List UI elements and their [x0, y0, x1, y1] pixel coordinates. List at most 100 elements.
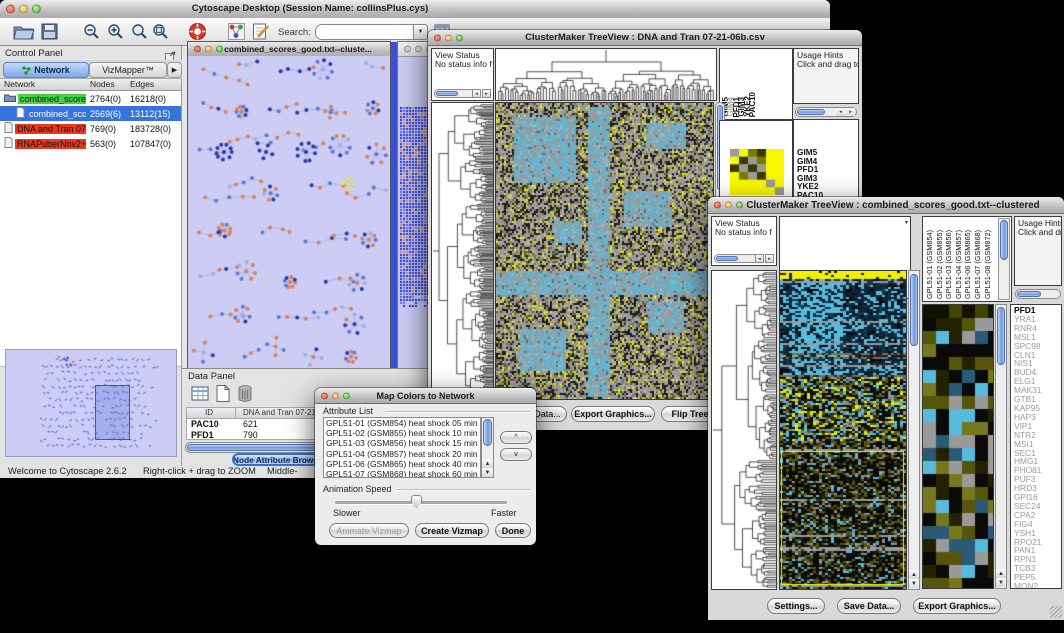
- treeview2-column-labels[interactable]: GPL51-01 (GSM854)GPL51-02 (GSM855)GPL51-…: [922, 216, 1012, 302]
- network-overview-panel[interactable]: [5, 349, 177, 457]
- col-network[interactable]: Network: [4, 79, 35, 89]
- scroll-right-arrow[interactable]: ▸: [765, 254, 774, 263]
- scroll-down-arrow[interactable]: ▼: [482, 468, 493, 477]
- tab-network[interactable]: Network: [3, 62, 89, 78]
- column-label[interactable]: GPL51-08 (GSM872): [983, 230, 992, 299]
- treeview1-heatmap[interactable]: [495, 102, 714, 400]
- zoom-button[interactable]: [456, 34, 463, 41]
- treeview2-gene-labels[interactable]: PFD1YRA1RNR4MSL1SPC98CLN1NIS1BUD4ELG1MAK…: [1010, 304, 1062, 589]
- data-panel-hscroll-thumb[interactable]: [187, 444, 317, 451]
- treeview2-row-dendrogram[interactable]: [711, 270, 777, 590]
- treeview1-mini-heatmap[interactable]: [730, 149, 784, 195]
- save-session-icon[interactable]: [41, 23, 58, 45]
- collabels-vscroll-thumb[interactable]: [1000, 220, 1008, 260]
- column-label[interactable]: PAC10: [750, 92, 755, 117]
- network-table-row[interactable]: combined_scores2764(0)16218(0): [0, 91, 181, 106]
- scroll-down-arrow[interactable]: ▼: [909, 579, 919, 588]
- treeview1-titlebar[interactable]: ClusterMaker TreeView : DNA and Tran 07-…: [428, 30, 862, 46]
- zoom-fit-icon[interactable]: [152, 23, 169, 45]
- zoom-vscroll-thumb[interactable]: [997, 307, 1005, 365]
- scroll-left-arrow[interactable]: ◂: [836, 108, 845, 116]
- animate-vizmap-button[interactable]: Animate Vizmap: [329, 523, 409, 538]
- attribute-list-item[interactable]: GPL51-07 (GSM868) heat shock 60 min: [324, 469, 480, 478]
- close-button[interactable]: [321, 392, 328, 399]
- scroll-down-arrow[interactable]: ▼: [996, 578, 1006, 587]
- col-edges[interactable]: Edges: [130, 79, 154, 89]
- minimize-button[interactable]: [332, 392, 339, 399]
- attribute-list-vscroll[interactable]: ▲ ▼: [481, 417, 494, 478]
- dialog-titlebar[interactable]: Map Colors to Network: [315, 388, 536, 404]
- view-status-hscroll-thumb[interactable]: [716, 256, 738, 261]
- close-button[interactable]: [714, 202, 721, 209]
- treeview1-row-dendrogram[interactable]: [431, 102, 494, 400]
- gene-label[interactable]: MON2: [1014, 582, 1061, 589]
- col-nodes[interactable]: Nodes: [90, 79, 115, 89]
- scroll-left-arrow[interactable]: ◂: [755, 254, 764, 263]
- collabels-vscroll[interactable]: [998, 218, 1010, 300]
- dialog-controls[interactable]: [321, 392, 350, 399]
- treeview2-settings-button[interactable]: Settings...: [767, 598, 825, 614]
- col-id[interactable]: ID: [205, 408, 213, 417]
- attribute-vscroll-thumb[interactable]: [483, 419, 492, 446]
- treeview2-titlebar[interactable]: ClusterMaker TreeView : combined_scores_…: [708, 197, 1064, 214]
- network-overview-canvas[interactable]: [6, 350, 176, 456]
- delete-attribute-icon[interactable]: [237, 384, 253, 408]
- scroll-up-arrow[interactable]: ▲: [482, 459, 493, 468]
- new-attribute-icon[interactable]: [215, 384, 231, 408]
- treeview2-export-graphics-button[interactable]: Export Graphics...: [913, 598, 1001, 614]
- minimize-button[interactable]: [415, 46, 422, 53]
- treeview1-hints-hscroll[interactable]: ◂ ▸: [795, 107, 857, 117]
- treeview2-controls[interactable]: [714, 202, 743, 209]
- treeview1-column-labels[interactable]: GIM5GIM4PFD1GIM3YKE2PAC10: [719, 48, 793, 120]
- treeview2-vscroll-thumb[interactable]: [910, 274, 918, 346]
- attribute-list-item[interactable]: GPL51-03 (GSM856) heat shock 15 min: [324, 438, 480, 448]
- overview-viewport-rect[interactable]: [95, 385, 130, 440]
- treeview2-vscroll[interactable]: ▲ ▼: [908, 270, 920, 590]
- zoom-button[interactable]: [216, 46, 223, 53]
- node-attribute-browser-button[interactable]: Node Attribute Brows: [232, 453, 319, 466]
- move-down-button[interactable]: v: [500, 448, 532, 461]
- zoom-button[interactable]: [736, 202, 743, 209]
- move-up-button[interactable]: ^: [500, 431, 532, 444]
- attribute-list-item[interactable]: GPL51-02 (GSM855) heat shock 10 min: [324, 428, 480, 438]
- column-label[interactable]: GPL51-01 (GSM854): [925, 230, 934, 299]
- zoom-in-icon[interactable]: [107, 23, 124, 45]
- treeview1-controls[interactable]: [434, 34, 463, 41]
- network-canvas[interactable]: [188, 56, 390, 368]
- resize-grip[interactable]: [1050, 606, 1062, 618]
- data-panel-hscroll[interactable]: [185, 442, 321, 453]
- treeview1-export-graphics-button[interactable]: Export Graphics...: [571, 406, 655, 422]
- column-label[interactable]: GPL51-07 (GSM868): [973, 230, 982, 299]
- treeview2-zoom-vscroll[interactable]: ▲ ▼: [995, 304, 1007, 589]
- animation-slider-thumb[interactable]: [411, 495, 422, 508]
- attribute-list[interactable]: GPL51-01 (GSM854) heat shock 05 minGPL51…: [323, 417, 481, 478]
- open-session-icon[interactable]: [13, 23, 35, 45]
- view-status-hscroll-thumb[interactable]: [436, 91, 458, 96]
- network-table-row[interactable]: DNA and Tran 07769(0)183728(0): [0, 121, 181, 136]
- close-button[interactable]: [434, 34, 441, 41]
- network2-canvas[interactable]: [400, 107, 430, 307]
- table-view-icon[interactable]: [191, 385, 210, 407]
- scroll-right-arrow[interactable]: ▸: [482, 89, 491, 98]
- column-label[interactable]: GPL51-03 (GSM856): [944, 230, 953, 299]
- scroll-right-arrow[interactable]: ▸: [846, 108, 855, 116]
- network-view-controls[interactable]: [194, 46, 223, 53]
- column-label[interactable]: GPL51-06 (GSM865): [963, 230, 972, 299]
- treeview2-hints-hscroll[interactable]: [1015, 289, 1061, 299]
- search-dropdown-button[interactable]: ▼: [413, 24, 428, 40]
- zoom-out-icon[interactable]: [83, 23, 100, 45]
- network-table-row[interactable]: combined_sco2569(6)13112(15): [0, 106, 181, 121]
- attribute-list-item[interactable]: GPL51-01 (GSM854) heat shock 05 min: [324, 418, 480, 428]
- network-view-titlebar[interactable]: combined_scores_good.txt--cluste...: [188, 42, 390, 57]
- treeview2-save-data-button[interactable]: Save Data...: [837, 598, 901, 614]
- create-vizmap-button[interactable]: Create Vizmap: [415, 523, 489, 538]
- scroll-up-arrow[interactable]: ▲: [909, 570, 919, 579]
- scroll-up-arrow[interactable]: ▲: [996, 569, 1006, 578]
- main-titlebar[interactable]: Cytoscape Desktop (Session Name: collins…: [0, 0, 830, 19]
- view-status-hscroll[interactable]: [434, 89, 476, 98]
- column-label[interactable]: GPL51-04 (GSM857): [954, 230, 963, 299]
- tab-overflow-button[interactable]: ▶: [167, 62, 182, 78]
- view-status-hscroll[interactable]: [714, 254, 758, 263]
- network-table-row[interactable]: RNAPuberNov2+I563(0)107847(0): [0, 136, 181, 151]
- tab-vizmapper[interactable]: VizMapper™: [89, 62, 167, 78]
